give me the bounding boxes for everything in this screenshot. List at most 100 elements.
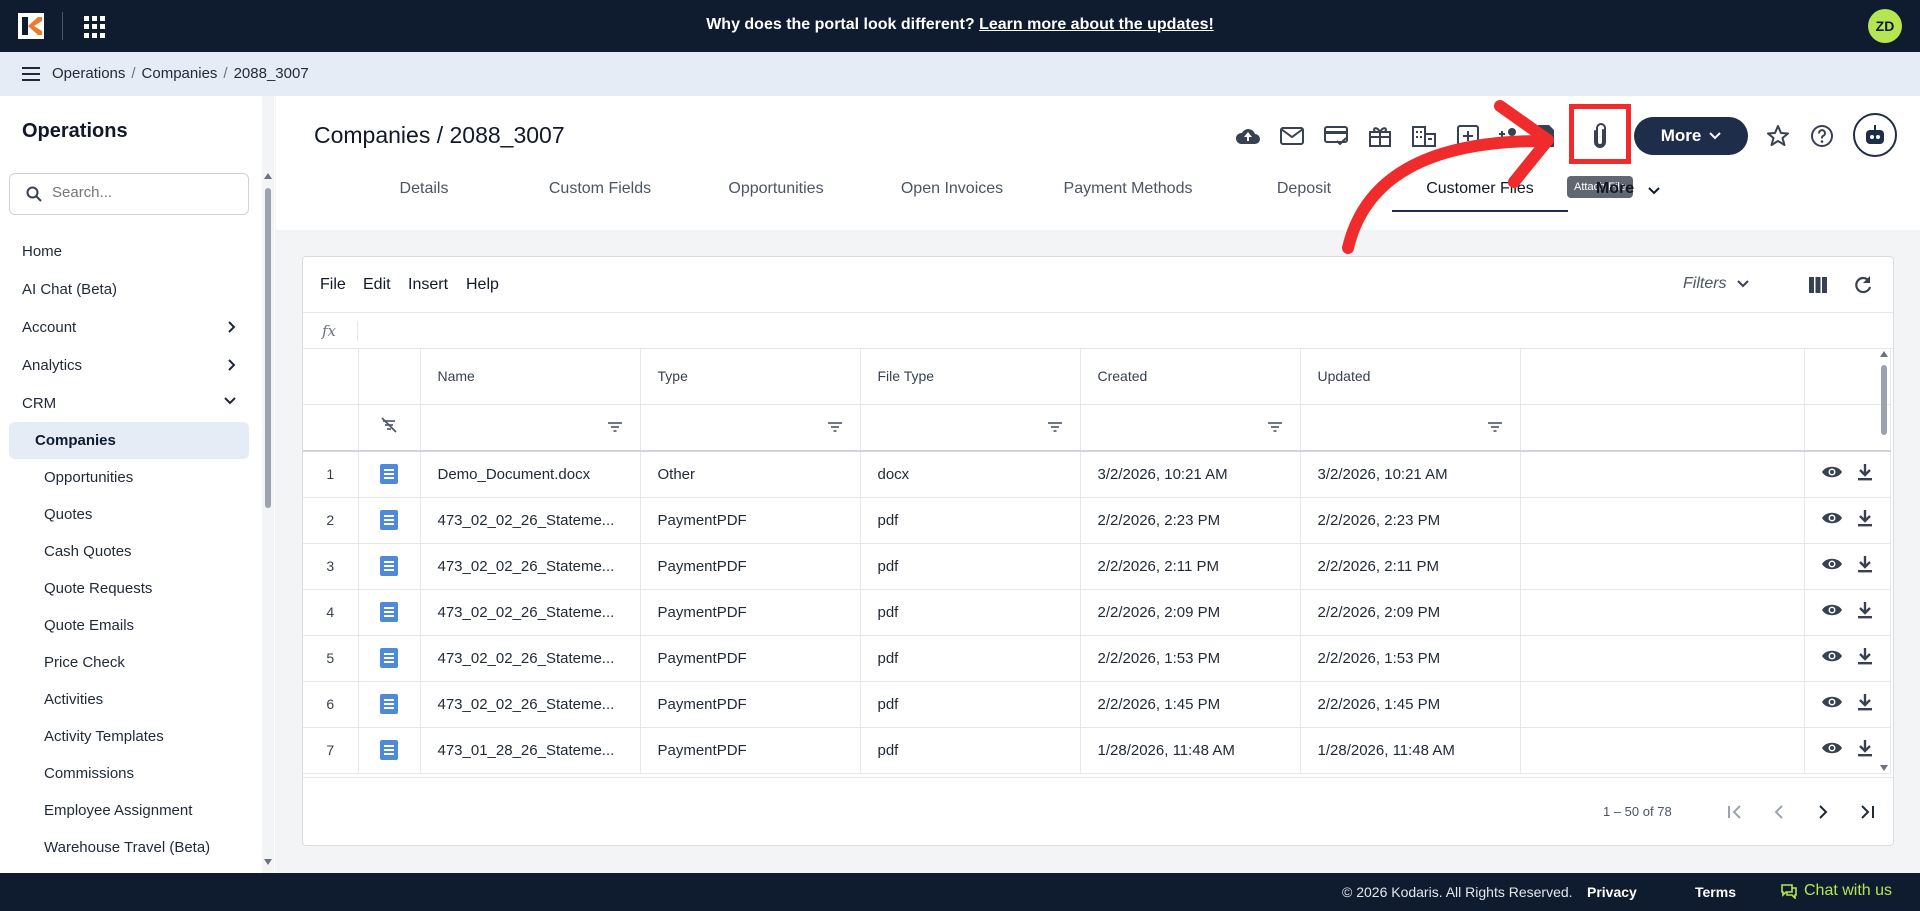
download-icon[interactable] [1857,739,1873,761]
header-updated[interactable]: Updated [1300,349,1521,405]
sidebar-item-home[interactable]: Home [0,232,260,270]
tab-open-invoices[interactable]: Open Invoices [864,170,1040,212]
table-row[interactable]: 1 Demo_Document.docx Other docx 3/2/2026, 10… [303,451,1891,498]
star-icon[interactable] [1764,122,1792,150]
download-icon[interactable] [1857,509,1873,531]
terms-link[interactable]: Terms [1695,884,1736,900]
cell-type[interactable]: PaymentPDF [640,543,861,590]
sidebar-scrollbar[interactable] [262,96,274,873]
last-page-button[interactable] [1855,800,1879,824]
scrollbar-thumb[interactable] [1881,365,1887,435]
cell-created[interactable]: 2/2/2026, 2:11 PM [1080,543,1301,590]
sidebar-search[interactable] [9,173,249,215]
scroll-up-icon[interactable] [264,173,272,179]
table-row[interactable]: 2 473_02_02_26_Stateme... PaymentPDF pdf 2/2… [303,497,1891,544]
cell-name[interactable]: 473_02_02_26_Stateme... [420,589,641,636]
cloud-upload-icon[interactable] [1234,122,1262,150]
cell-updated[interactable]: 3/2/2026, 10:21 AM [1300,451,1521,498]
cell-type[interactable]: PaymentPDF [640,589,861,636]
filter-icon[interactable] [1267,421,1283,433]
sidebar-subitem-activities[interactable]: Activities [9,681,249,718]
refresh-icon[interactable] [1853,275,1873,295]
scroll-down-icon[interactable] [264,859,272,865]
cell-name[interactable]: Demo_Document.docx [420,451,641,498]
cell-name[interactable]: 473_02_02_26_Stateme... [420,635,641,682]
cell-updated[interactable]: 2/2/2026, 2:23 PM [1300,497,1521,544]
cell-updated[interactable]: 2/2/2026, 2:09 PM [1300,589,1521,636]
cell-name[interactable]: 473_02_02_26_Stateme... [420,497,641,544]
hamburger-menu-icon[interactable] [22,67,40,81]
more-actions-button[interactable]: More [1634,117,1748,155]
view-icon[interactable] [1821,464,1843,484]
sidebar-subitem-employee-assignment[interactable]: Employee Assignment [9,792,249,829]
scrollbar-thumb[interactable] [265,188,271,508]
cell-updated[interactable]: 2/2/2026, 2:11 PM [1300,543,1521,590]
cell-created[interactable]: 2/2/2026, 1:45 PM [1080,681,1301,728]
scroll-up-icon[interactable] [1880,351,1888,357]
cell-type[interactable]: PaymentPDF [640,497,861,544]
menu-edit[interactable]: Edit [363,276,391,294]
sidebar-subitem-companies[interactable]: Companies [9,422,249,459]
formula-bar[interactable]: fx [303,313,1893,349]
breadcrumb-operations[interactable]: Operations [52,65,125,82]
table-row[interactable]: 5 473_02_02_26_Stateme... PaymentPDF pdf 2/2… [303,635,1891,682]
search-input[interactable] [52,184,232,201]
cell-file-type[interactable]: pdf [860,589,1081,636]
privacy-link[interactable]: Privacy [1587,884,1637,900]
tab-custom-fields[interactable]: Custom Fields [512,170,688,212]
cell-created[interactable]: 2/2/2026, 1:53 PM [1080,635,1301,682]
help-icon[interactable] [1808,122,1836,150]
table-row[interactable]: 7 473_01_28_26_Stateme... PaymentPDF pdf 1/2… [303,727,1891,774]
filter-icon[interactable] [1487,421,1503,433]
download-icon[interactable] [1857,555,1873,577]
cell-type[interactable]: Other [640,451,861,498]
filter-icon[interactable] [827,421,843,433]
download-icon[interactable] [1857,463,1873,485]
sidebar-subitem-quotes[interactable]: Quotes [9,496,249,533]
sidebar-subitem-quote-emails[interactable]: Quote Emails [9,607,249,644]
sidebar-subitem-warehouse-travel[interactable]: Warehouse Travel (Beta) [9,829,249,866]
sidebar-subitem-price-check[interactable]: Price Check [9,644,249,681]
assistant-bot-button[interactable] [1853,113,1897,157]
sidebar-item-analytics[interactable]: Analytics [0,346,260,384]
tab-opportunities[interactable]: Opportunities [688,170,864,212]
view-icon[interactable] [1821,602,1843,622]
tab-payment-methods[interactable]: Payment Methods [1040,170,1216,212]
menu-help[interactable]: Help [466,276,499,294]
filter-icon[interactable] [607,421,623,433]
prev-page-button[interactable] [1767,800,1791,824]
sidebar-item-account[interactable]: Account [0,308,260,346]
columns-icon[interactable] [1808,276,1828,294]
view-icon[interactable] [1821,694,1843,714]
cell-file-type[interactable]: pdf [860,635,1081,682]
view-icon[interactable] [1821,556,1843,576]
cell-name[interactable]: 473_02_02_26_Stateme... [420,681,641,728]
sidebar-subitem-cash-quotes[interactable]: Cash Quotes [9,533,249,570]
header-created[interactable]: Created [1080,349,1301,405]
view-icon[interactable] [1821,740,1843,760]
cell-updated[interactable]: 1/28/2026, 11:48 AM [1300,727,1521,774]
cell-type[interactable]: PaymentPDF [640,635,861,682]
cell-file-type[interactable]: pdf [860,681,1081,728]
cell-created[interactable]: 3/2/2026, 10:21 AM [1080,451,1301,498]
filter-name[interactable] [420,404,641,452]
filter-icon[interactable] [1047,421,1063,433]
table-row[interactable]: 6 473_02_02_26_Stateme... PaymentPDF pdf 2/2… [303,681,1891,728]
cell-type[interactable]: PaymentPDF [640,681,861,728]
cell-created[interactable]: 1/28/2026, 11:48 AM [1080,727,1301,774]
filter-created[interactable] [1080,404,1301,452]
user-avatar[interactable]: ZD [1868,9,1902,43]
sidebar-subitem-quote-requests[interactable]: Quote Requests [9,570,249,607]
view-icon[interactable] [1821,510,1843,530]
cell-file-type[interactable]: pdf [860,497,1081,544]
download-icon[interactable] [1857,693,1873,715]
sidebar-item-crm[interactable]: CRM [0,384,260,422]
view-icon[interactable] [1821,648,1843,668]
sidebar-subitem-activity-templates[interactable]: Activity Templates [9,718,249,755]
download-icon[interactable] [1857,601,1873,623]
menu-insert[interactable]: Insert [408,276,448,294]
header-type[interactable]: Type [640,349,861,405]
cell-name[interactable]: 473_01_28_26_Stateme... [420,727,641,774]
filter-file-type[interactable] [860,404,1081,452]
table-row[interactable]: 4 473_02_02_26_Stateme... PaymentPDF pdf 2/2… [303,589,1891,636]
